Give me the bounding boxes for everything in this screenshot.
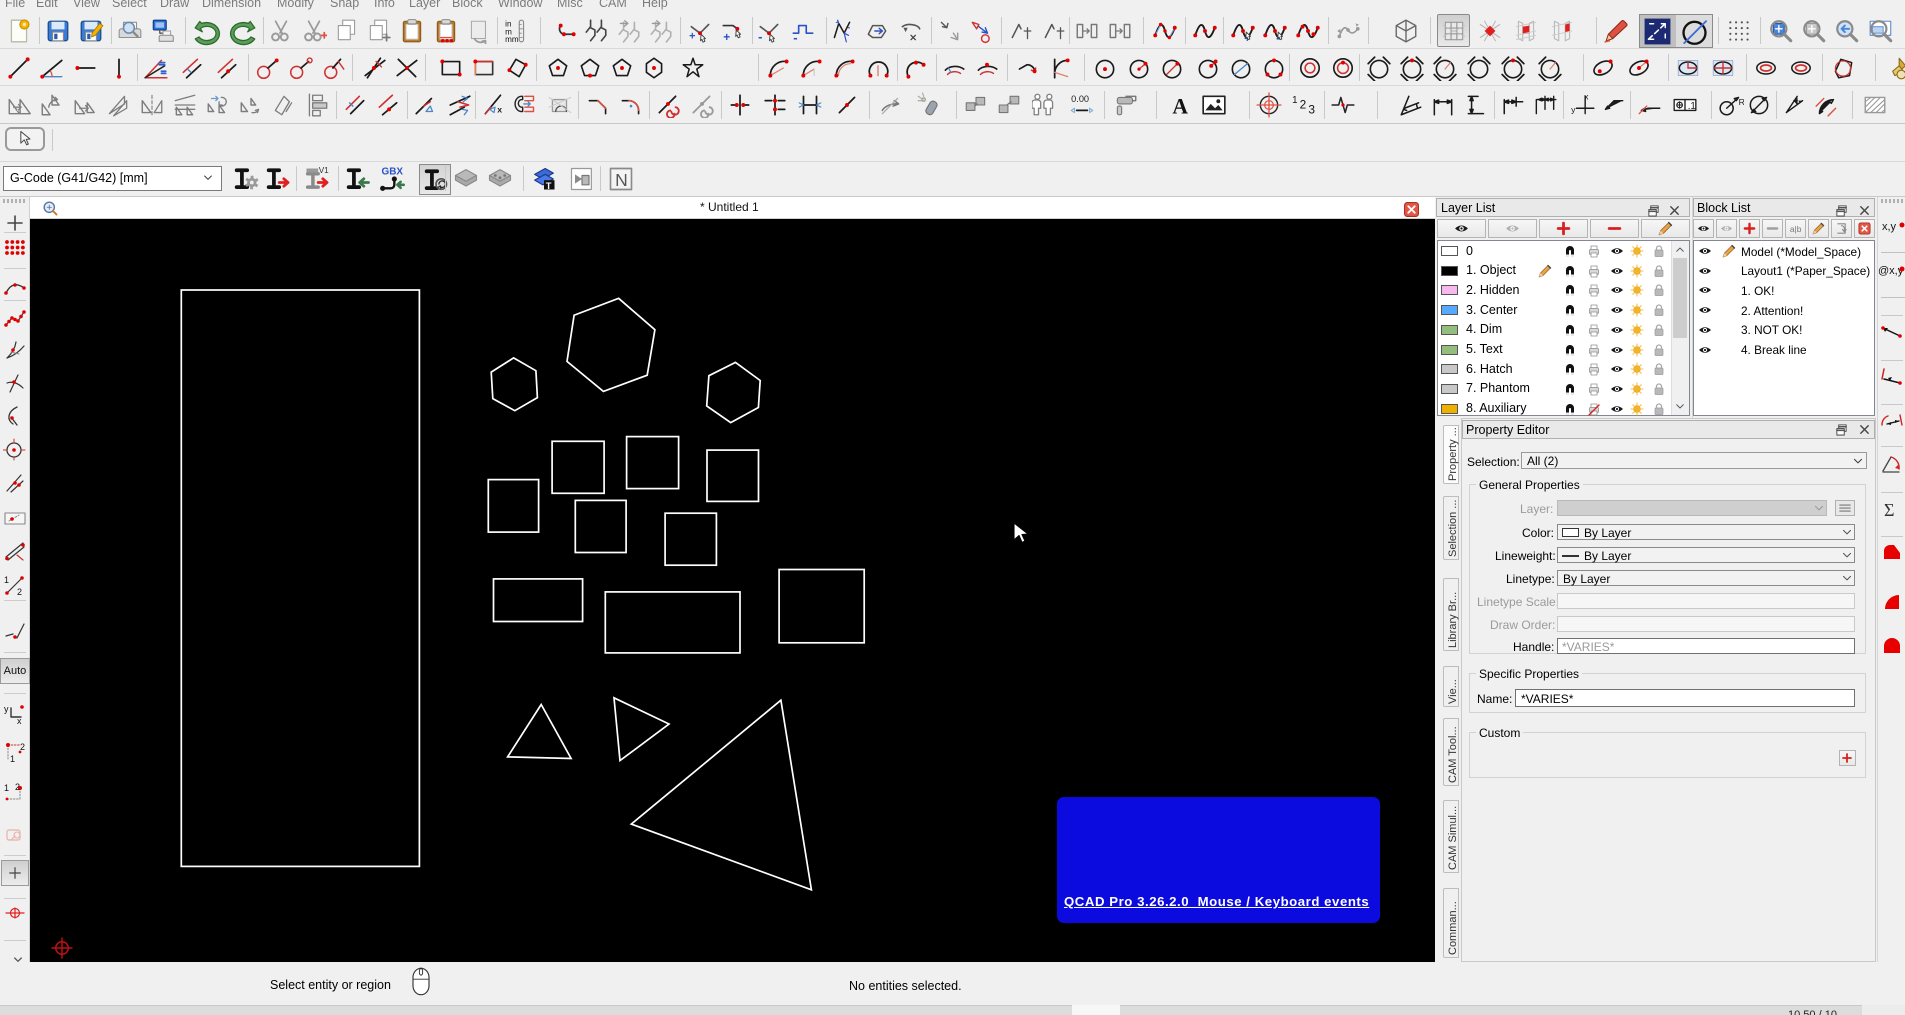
svg-text:3: 3 — [1308, 103, 1315, 117]
svg-text:V1: V1 — [319, 166, 329, 175]
svg-text:mm: mm — [505, 35, 519, 44]
svg-text:+: + — [723, 30, 730, 44]
svg-text:R: R — [1739, 97, 1744, 107]
svg-text:2: 2 — [1300, 97, 1307, 111]
svg-text:+: + — [689, 31, 695, 43]
svg-text:x: x — [497, 105, 502, 115]
svg-text:1: 1 — [4, 783, 9, 793]
svg-text:-: - — [758, 29, 762, 44]
svg-text:x: x — [17, 716, 22, 724]
svg-text:.1: .1 — [1688, 101, 1696, 112]
svg-text:1: 1 — [4, 575, 9, 585]
svg-text:GBX: GBX — [382, 166, 404, 177]
svg-text:A: A — [1172, 95, 1188, 118]
svg-text:2: 2 — [17, 587, 22, 597]
svg-text:1: 1 — [10, 754, 15, 764]
svg-text:Σ: Σ — [1884, 500, 1894, 520]
svg-text:-: - — [793, 30, 797, 44]
svg-text:a|b: a|b — [1790, 224, 1802, 234]
svg-text:0.00: 0.00 — [1071, 94, 1089, 104]
svg-text:y: y — [1571, 105, 1576, 115]
svg-text:y: y — [4, 704, 9, 714]
svg-text:1: 1 — [1292, 95, 1297, 106]
svg-text:2: 2 — [20, 742, 25, 752]
svg-text:N: N — [615, 170, 628, 190]
svg-text:T: T — [546, 181, 552, 191]
svg-text:2: 2 — [15, 782, 20, 792]
